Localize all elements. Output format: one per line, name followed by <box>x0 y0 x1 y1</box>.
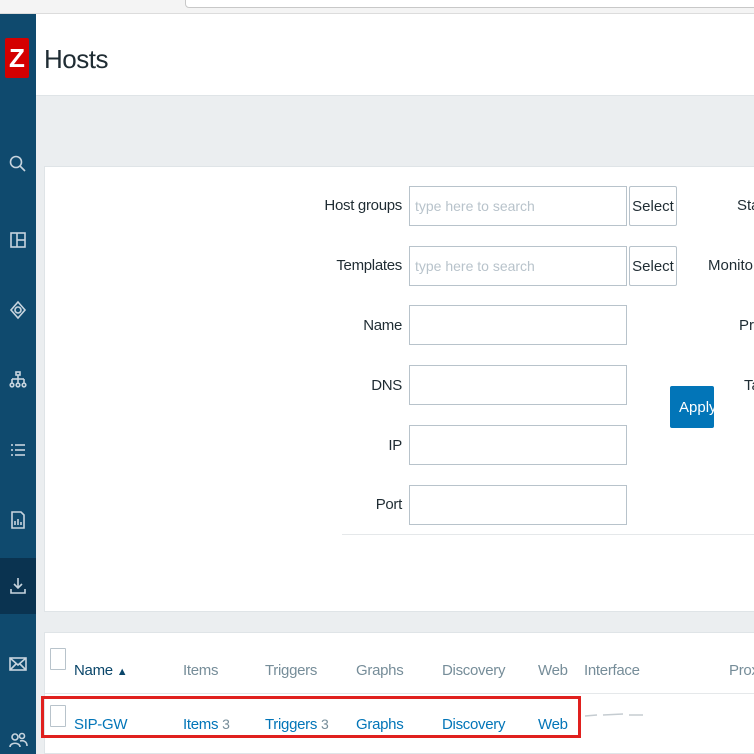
dns-input[interactable] <box>409 365 627 405</box>
ip-label: IP <box>388 437 402 454</box>
column-header-name-label[interactable]: Name <box>74 662 113 679</box>
apply-button[interactable]: Apply <box>670 386 717 428</box>
dns-label: DNS <box>371 377 402 394</box>
host-groups-select-button[interactable]: Select <box>629 186 677 226</box>
port-label: Port <box>375 496 403 513</box>
address-bar[interactable] <box>185 0 754 8</box>
monitoring-eye-icon[interactable] <box>0 282 36 338</box>
search-icon[interactable] <box>0 136 36 192</box>
name-label: Name <box>363 317 402 334</box>
ip-input[interactable] <box>409 425 627 465</box>
name-input[interactable] <box>409 305 627 345</box>
main-sidebar: Z <box>0 14 36 754</box>
host-groups-label: Host groups <box>324 197 402 214</box>
column-header-interface: Interface <box>584 662 640 679</box>
filter-panel: Host groups Select Templates Select Name… <box>44 166 754 612</box>
interface-value-redacted <box>584 713 643 717</box>
download-icon[interactable] <box>0 558 36 614</box>
users-icon[interactable] <box>0 712 36 754</box>
column-header-graphs: Graphs <box>356 662 404 679</box>
column-header-proxy: Proxy <box>729 662 754 679</box>
column-header-triggers: Triggers <box>265 662 318 679</box>
status-label: Stat <box>737 197 754 214</box>
report-icon[interactable] <box>0 492 36 548</box>
column-header-name[interactable]: Name ▲ <box>74 662 128 679</box>
page-title: Hosts <box>44 44 108 74</box>
tags-label: Ta <box>744 377 754 394</box>
host-groups-input[interactable] <box>409 186 627 226</box>
page-header: Hosts <box>36 14 754 96</box>
browser-top-strip <box>0 0 754 14</box>
header-divider <box>45 693 754 694</box>
monitored-by-label: Monitored <box>708 257 754 274</box>
mail-icon[interactable] <box>0 636 36 692</box>
column-header-items: Items <box>183 662 219 679</box>
templates-label: Templates <box>336 257 402 274</box>
column-header-discovery: Discovery <box>442 662 506 679</box>
templates-select-button[interactable]: Select <box>629 246 677 286</box>
network-map-icon[interactable] <box>0 352 36 408</box>
column-header-web: Web <box>538 662 568 679</box>
highlighted-row-outline <box>41 696 581 738</box>
sort-ascending-icon: ▲ <box>116 666 128 678</box>
proxy-label: Pro <box>739 317 754 334</box>
port-input[interactable] <box>409 485 627 525</box>
filter-divider <box>342 534 754 535</box>
list-icon[interactable] <box>0 422 36 478</box>
templates-input[interactable] <box>409 246 627 286</box>
zabbix-logo[interactable]: Z <box>5 38 29 78</box>
dashboard-icon[interactable] <box>0 212 36 268</box>
select-all-checkbox[interactable] <box>50 648 66 670</box>
